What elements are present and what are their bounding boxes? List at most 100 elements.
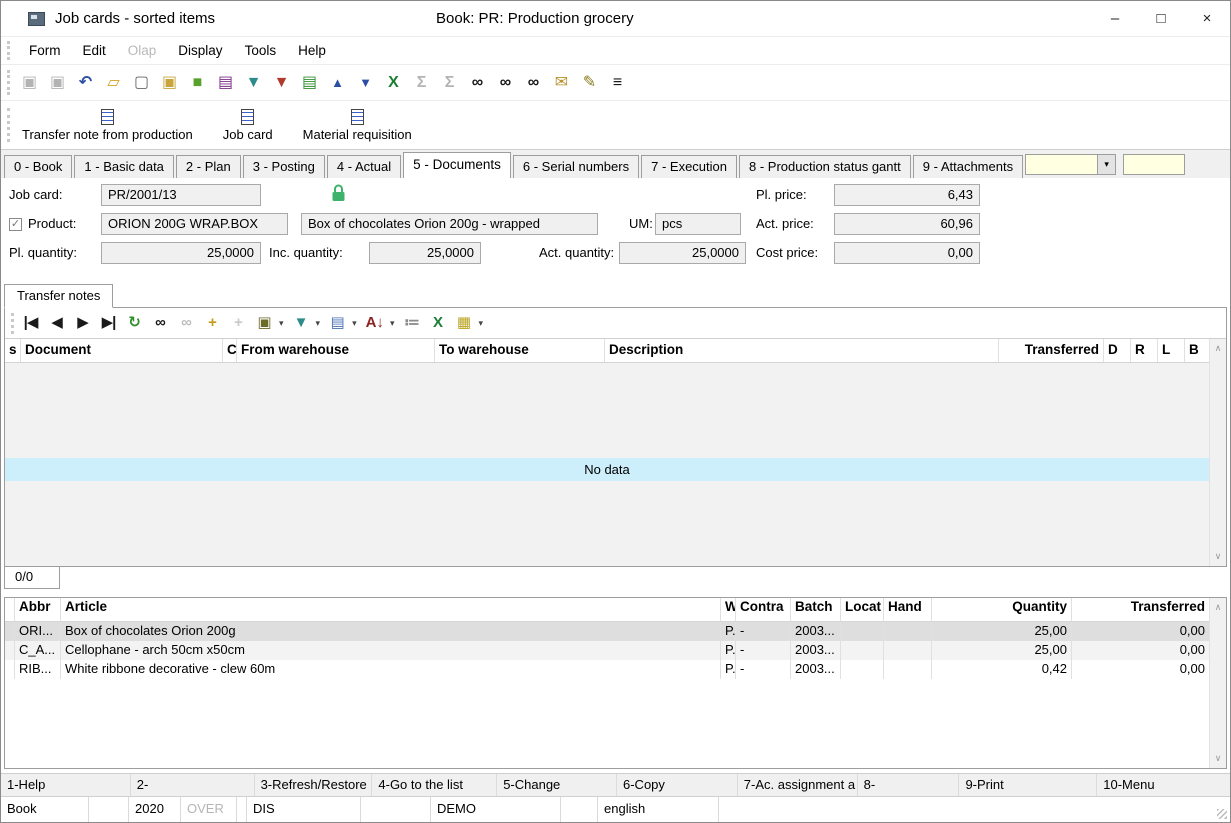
vertical-scrollbar[interactable]: ∧ ∨ — [1209, 339, 1226, 566]
go-first-icon[interactable]: |◀ — [22, 312, 39, 334]
column-header-quantity[interactable]: Quantity — [932, 598, 1072, 621]
field-list-icon[interactable]: ≔ — [403, 312, 420, 334]
column-header-transferred[interactable]: Transferred — [999, 339, 1104, 362]
book-icon[interactable]: ▤ — [214, 71, 237, 95]
column-header-to-warehouse[interactable]: To warehouse — [435, 339, 605, 362]
combo-value[interactable] — [1025, 154, 1097, 175]
transfer-note-from-production-button[interactable]: Transfer note from production — [18, 108, 197, 143]
product-name-field[interactable]: Box of chocolates Orion 200g - wrapped — [301, 213, 598, 235]
notes-edit-icon[interactable]: ✎ — [578, 71, 601, 95]
tab-plan[interactable]: 2 - Plan — [176, 155, 241, 178]
columns-icon[interactable]: ▦ — [455, 312, 472, 334]
job-card-field[interactable]: PR/2001/13 — [101, 184, 261, 206]
filter-values-icon[interactable]: ▼ — [270, 71, 293, 95]
fkey-2[interactable]: 2- — [131, 774, 255, 796]
undo-icon[interactable]: ↶ — [74, 71, 97, 95]
menu-display[interactable]: Display — [167, 43, 233, 58]
chevron-down-icon[interactable]: ▾ — [1097, 154, 1116, 175]
sum-icon[interactable]: Σ — [410, 71, 433, 95]
scroll-up-icon[interactable]: ∧ — [1215, 598, 1222, 617]
excel-export-icon[interactable]: X — [429, 312, 446, 334]
find-previous-icon[interactable]: ∞ — [494, 71, 517, 95]
material-requisition-button[interactable]: Material requisition — [299, 108, 416, 143]
column-header-r[interactable]: R — [1131, 339, 1158, 362]
column-header-batch[interactable]: Batch — [791, 598, 841, 621]
pl-price-field[interactable]: 6,43 — [834, 184, 980, 206]
tab-documents[interactable]: 5 - Documents — [403, 152, 511, 178]
cost-price-field[interactable]: 0,00 — [834, 242, 980, 264]
column-header-transferred[interactable]: Transferred — [1072, 598, 1209, 621]
fkey-change[interactable]: 5-Change — [497, 774, 617, 796]
move-down-icon[interactable]: ▼ — [354, 71, 377, 95]
pl-quantity-field[interactable]: 25,0000 — [101, 242, 261, 264]
fkey-go-to-list[interactable]: 4-Go to the list — [372, 774, 497, 796]
column-header-article[interactable]: Article — [61, 598, 721, 621]
product-code-field[interactable]: ORION 200G WRAP.BOX — [101, 213, 288, 235]
table-row[interactable]: ORI... Box of chocolates Orion 200g P...… — [5, 622, 1209, 641]
fkey-copy[interactable]: 6-Copy — [617, 774, 738, 796]
tab-attachments[interactable]: 9 - Attachments — [913, 155, 1023, 178]
tab-posting[interactable]: 3 - Posting — [243, 155, 325, 178]
tab-book[interactable]: 0 - Book — [4, 155, 72, 178]
inc-quantity-field[interactable]: 25,0000 — [369, 242, 481, 264]
transfer-notes-tab[interactable]: Transfer notes — [4, 284, 113, 308]
tab-serial-numbers[interactable]: 6 - Serial numbers — [513, 155, 639, 178]
chevron-down-icon[interactable]: ▾ — [352, 318, 357, 329]
mail-icon[interactable]: ✉ — [550, 71, 573, 95]
add-row-icon[interactable]: + — [204, 312, 221, 334]
column-header-contract[interactable]: Contra — [736, 598, 791, 621]
filter-icon[interactable]: ▼ — [242, 71, 265, 95]
excel-edit-icon[interactable]: X — [382, 71, 405, 95]
documents-stack-icon[interactable]: ▤ — [298, 71, 321, 95]
chevron-down-icon[interactable]: ▾ — [478, 318, 483, 329]
column-header-l[interactable]: L — [1158, 339, 1185, 362]
act-price-field[interactable]: 60,96 — [834, 213, 980, 235]
go-previous-icon[interactable]: ◀ — [48, 312, 65, 334]
column-header-s[interactable]: s — [5, 339, 21, 362]
menu-help[interactable]: Help — [287, 43, 337, 58]
lock-icon[interactable]: ■ — [186, 71, 209, 95]
scroll-up-icon[interactable]: ∧ — [1215, 339, 1222, 358]
open-icon[interactable]: ▱ — [102, 71, 125, 95]
maximize-button[interactable]: □ — [1138, 1, 1184, 36]
save-special-icon[interactable]: ▣ — [46, 71, 69, 95]
column-header-b[interactable]: B — [1185, 339, 1209, 362]
fkey-ac-assignment[interactable]: 7-Ac. assignment a — [738, 774, 858, 796]
quick-search-field[interactable] — [1123, 154, 1185, 175]
close-button[interactable]: × — [1184, 1, 1230, 36]
chevron-down-icon[interactable]: ▾ — [390, 318, 395, 329]
move-up-icon[interactable]: ▲ — [326, 71, 349, 95]
remove-row-icon[interactable]: + — [230, 312, 247, 334]
hamburger-menu-icon[interactable]: ≡ — [606, 71, 629, 95]
column-header-document[interactable]: Document — [21, 339, 223, 362]
scroll-down-icon[interactable]: ∨ — [1215, 547, 1222, 566]
sort-icon[interactable]: A↓ — [366, 312, 384, 334]
tab-production-status-gantt[interactable]: 8 - Production status gantt — [739, 155, 911, 178]
copy-icon[interactable]: ▣ — [158, 71, 181, 95]
menu-form[interactable]: Form — [18, 43, 72, 58]
find-continue-icon[interactable]: ∞ — [178, 312, 195, 334]
product-checkbox[interactable]: ✓ — [9, 218, 22, 231]
job-card-button[interactable]: Job card — [219, 108, 277, 143]
column-header-handling[interactable]: Hand — [884, 598, 932, 621]
act-quantity-field[interactable]: 25,0000 — [619, 242, 746, 264]
filter-icon[interactable]: ▼ — [293, 312, 310, 334]
refresh-icon[interactable]: ↻ — [126, 312, 143, 334]
resize-grip[interactable] — [1217, 809, 1227, 819]
go-last-icon[interactable]: ▶| — [100, 312, 117, 334]
scroll-down-icon[interactable]: ∨ — [1215, 749, 1222, 768]
vertical-scrollbar[interactable]: ∧ ∨ — [1209, 598, 1226, 768]
save-icon[interactable]: ▣ — [18, 71, 41, 95]
table-row[interactable]: C_A... Cellophane - arch 50cm x50cm P...… — [5, 641, 1209, 660]
column-header-location[interactable]: Locat — [841, 598, 884, 621]
fkey-menu[interactable]: 10-Menu — [1097, 774, 1230, 796]
tab-actual[interactable]: 4 - Actual — [327, 155, 401, 178]
chevron-down-icon[interactable]: ▾ — [316, 318, 321, 329]
um-field[interactable]: pcs — [655, 213, 741, 235]
column-header-d[interactable]: D — [1104, 339, 1131, 362]
view-settings-icon[interactable]: ▤ — [329, 312, 346, 334]
column-header-c[interactable]: C — [223, 339, 237, 362]
column-header-from-warehouse[interactable]: From warehouse — [237, 339, 435, 362]
table-row[interactable]: RIB... White ribbone decorative - clew 6… — [5, 660, 1209, 679]
fkey-help[interactable]: 1-Help — [1, 774, 131, 796]
